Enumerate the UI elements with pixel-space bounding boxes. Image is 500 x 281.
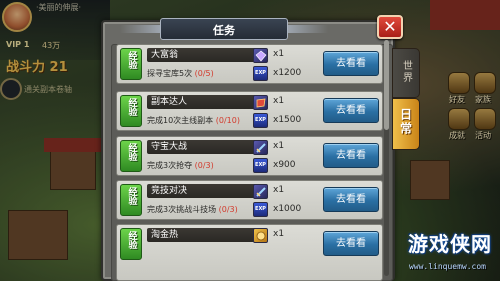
exp-badge: 经验 — [120, 184, 142, 216]
task-progress: (0/5) — [194, 69, 214, 78]
task-description: 完成3次挑战斗技场 (0/3) — [147, 205, 238, 214]
task-description: 完成3次抢夺 (0/3) — [147, 161, 214, 170]
blue-sword-icon — [253, 184, 268, 199]
reward-exp: x1000 — [273, 204, 302, 214]
reward-quantity: x1 — [273, 49, 285, 59]
exp-badge: 经验 — [120, 95, 142, 127]
task-row: 经验 副本达人 完成10次主线副本 (0/10) x1 EXP x1500 去看… — [116, 91, 383, 131]
reward-quantity: x1 — [273, 141, 285, 151]
task-progress: (0/3) — [194, 161, 214, 170]
task-row: 经验 大富翁 探寻宝库5次 (0/5) x1 EXP x1200 去看看 — [116, 44, 383, 84]
task-name: 竞技对决 — [147, 184, 259, 198]
task-name: 淘金热 — [147, 228, 259, 242]
reward-quantity: x1 — [273, 229, 285, 239]
go-button[interactable]: 去看看 — [323, 187, 379, 212]
panel-title: 任务 — [213, 24, 235, 37]
close-button[interactable]: ✕ — [377, 15, 403, 39]
go-button[interactable]: 去看看 — [323, 231, 379, 256]
task-name: 守宝大战 — [147, 140, 259, 154]
go-button[interactable]: 去看看 — [323, 143, 379, 168]
task-row: 经验 淘金热 x1 去看看 — [116, 224, 383, 281]
go-button[interactable]: 去看看 — [323, 98, 379, 123]
task-description: 探寻宝库5次 (0/5) — [147, 69, 214, 78]
red-scroll-icon — [253, 95, 268, 110]
task-progress: (0/10) — [215, 116, 240, 125]
tab-world[interactable]: 世界 — [392, 48, 420, 98]
watermark-logo: 游戏侠网 — [408, 232, 492, 256]
tab-daily[interactable]: 日常 — [392, 98, 420, 150]
scrollbar-thumb[interactable] — [384, 40, 389, 130]
task-row: 经验 竞技对决 完成3次挑战斗技场 (0/3) x1 EXP x1000 去看看 — [116, 180, 383, 220]
close-icon: ✕ — [383, 17, 397, 36]
watermark: 游戏侠网 www.linquemw.com — [376, 209, 496, 279]
reward-exp: x1500 — [273, 115, 302, 125]
blue-sword-icon — [253, 140, 268, 155]
exp-icon: EXP — [253, 202, 268, 217]
purple-gem-icon — [253, 48, 268, 63]
exp-icon: EXP — [253, 158, 268, 173]
exp-badge: 经验 — [120, 140, 142, 172]
reward-exp: x1200 — [273, 68, 302, 78]
go-button[interactable]: 去看看 — [323, 51, 379, 76]
exp-icon: EXP — [253, 113, 268, 128]
task-name: 大富翁 — [147, 48, 259, 62]
reward-quantity: x1 — [273, 96, 285, 106]
task-progress: (0/3) — [218, 205, 238, 214]
task-row: 经验 守宝大战 完成3次抢夺 (0/3) x1 EXP x900 去看看 — [116, 136, 383, 176]
exp-badge: 经验 — [120, 228, 142, 260]
reward-exp: x900 — [273, 160, 296, 170]
task-description: 完成10次主线副本 (0/10) — [147, 116, 240, 125]
exp-icon: EXP — [253, 66, 268, 81]
reward-quantity: x1 — [273, 185, 285, 195]
tab-label: 世界 — [400, 60, 412, 84]
tab-label: 日常 — [398, 108, 413, 136]
gold-coin-icon — [253, 228, 268, 243]
panel-title-plate: 任务 — [120, 16, 328, 42]
task-name: 副本达人 — [147, 95, 259, 109]
exp-badge: 经验 — [120, 48, 142, 80]
watermark-url: www.linquemw.com — [408, 262, 486, 271]
